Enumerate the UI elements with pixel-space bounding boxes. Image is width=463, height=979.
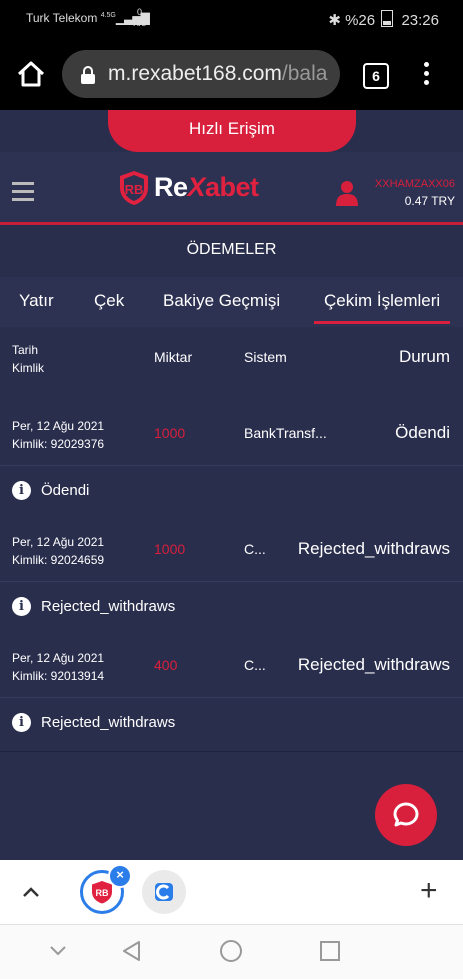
row-main: Per, 12 Ağu 2021 Kimlik: 92013914 400 C..… [0,635,463,698]
info-icon: i [12,597,31,616]
row-info: i Ödendi [12,481,89,500]
row-status: Ödendi [395,423,450,442]
row-amount: 1000 [154,541,186,557]
payments-tabs: Yatır Çek Bakiye Geçmişi Çekim İşlemleri [0,277,463,328]
row-date-id: Per, 12 Ağu 2021 Kimlik: 92013914 [12,651,105,683]
row-date-id: Per, 12 Ağu 2021 Kimlik: 92024659 [12,535,105,567]
username[interactable]: XXHAMZAXX06 [375,178,455,190]
info-icon: i [12,713,31,732]
live-chat-button[interactable] [375,784,437,846]
tab-thumbnail-other[interactable] [142,870,186,914]
tab-deposit[interactable]: Yatır [19,291,54,311]
row-system: C... [244,657,266,673]
nav-back-icon[interactable] [120,939,142,963]
tab-withdrawal-transactions[interactable]: Çekim İşlemleri [313,291,451,324]
page-title: ÖDEMELER [0,225,463,278]
table-row[interactable]: Per, 12 Ağu 2021 Kimlik: 92013914 400 C..… [0,635,463,752]
lock-icon [81,66,95,84]
row-status: Rejected_withdraws [297,655,450,674]
quick-access-button[interactable]: Hızlı Erişim [108,110,356,152]
address-bar[interactable]: m.rexabet168.com/bala [62,50,340,98]
table-row[interactable]: Per, 12 Ağu 2021 Kimlik: 92024659 1000 C.… [0,519,463,636]
header-status: Durum [398,347,450,366]
row-date-id: Per, 12 Ağu 2021 Kimlik: 92029376 [12,419,105,451]
user-icon[interactable] [336,180,358,206]
battery-icon [381,10,394,27]
home-icon[interactable] [16,60,46,88]
browser-menu-button[interactable] [420,62,432,88]
tab-withdraw[interactable]: Çek [94,291,124,311]
nav-recents-icon[interactable] [319,940,341,962]
row-system: BankTransf... [244,425,327,441]
info-icon: i [12,481,31,500]
status-bar: Turk Telekom 4.5G▁▃▅▇ 0 K/s ✱ %26 23:26 [0,0,463,38]
tab-balance-history[interactable]: Bakiye Geçmişi [163,291,280,311]
header-amount: Miktar [154,349,193,365]
battery-level: %26 [345,12,376,29]
header-system: Sistem [244,349,287,365]
browser-tab-strip: RB × + [0,860,463,924]
tab-switcher-button[interactable]: 6 [363,63,389,89]
app-favicon-icon [155,883,173,901]
system-navigation-bar [0,924,463,979]
hamburger-menu-icon[interactable] [12,182,34,202]
close-tab-icon[interactable]: × [108,864,132,888]
row-info: i Rejected_withdraws [12,713,175,732]
chat-bubble-icon [393,802,419,827]
row-system: C... [244,541,266,557]
logo-shield-icon: RB [120,171,148,205]
nav-hide-icon[interactable] [48,943,68,959]
account-balance: 0.47 TRY [404,194,455,208]
row-info: i Rejected_withdraws [12,597,175,616]
table-row[interactable]: Per, 12 Ağu 2021 Kimlik: 92029376 1000 Ba… [0,403,463,520]
table-header: Tarih Kimlik Miktar Sistem Durum [0,327,463,404]
row-status: Rejected_withdraws [297,539,450,558]
row-main: Per, 12 Ağu 2021 Kimlik: 92024659 1000 C.… [0,519,463,582]
svg-text:RB: RB [125,182,144,197]
row-amount: 1000 [154,425,186,441]
nav-home-icon[interactable] [219,939,243,963]
status-right: ✱ %26 23:26 [328,10,439,29]
header-date-id: Tarih Kimlik [12,343,44,375]
row-amount: 400 [154,657,178,673]
svg-text:RB: RB [96,888,109,898]
bluetooth-icon: ✱ [328,12,341,29]
row-main: Per, 12 Ağu 2021 Kimlik: 92029376 1000 Ba… [0,403,463,466]
browser-toolbar: m.rexabet168.com/bala 6 [0,38,463,110]
carrier-name: Turk Telekom 4.5G▁▃▅▇ [26,11,150,25]
logo-text: ReXabet [154,172,259,202]
new-tab-icon[interactable]: + [420,876,438,906]
site-header: RB ReXabet XXHAMZAXX06 0.47 TRY [0,152,463,225]
chevron-up-icon[interactable] [20,882,42,902]
url-text: m.rexabet168.com/bala [108,62,328,85]
clock: 23:26 [401,12,439,29]
network-speed: 0 K/s [133,7,147,28]
site-content: Hızlı Erişim RB ReXabet XXHAMZAXX06 0.47… [0,110,463,860]
